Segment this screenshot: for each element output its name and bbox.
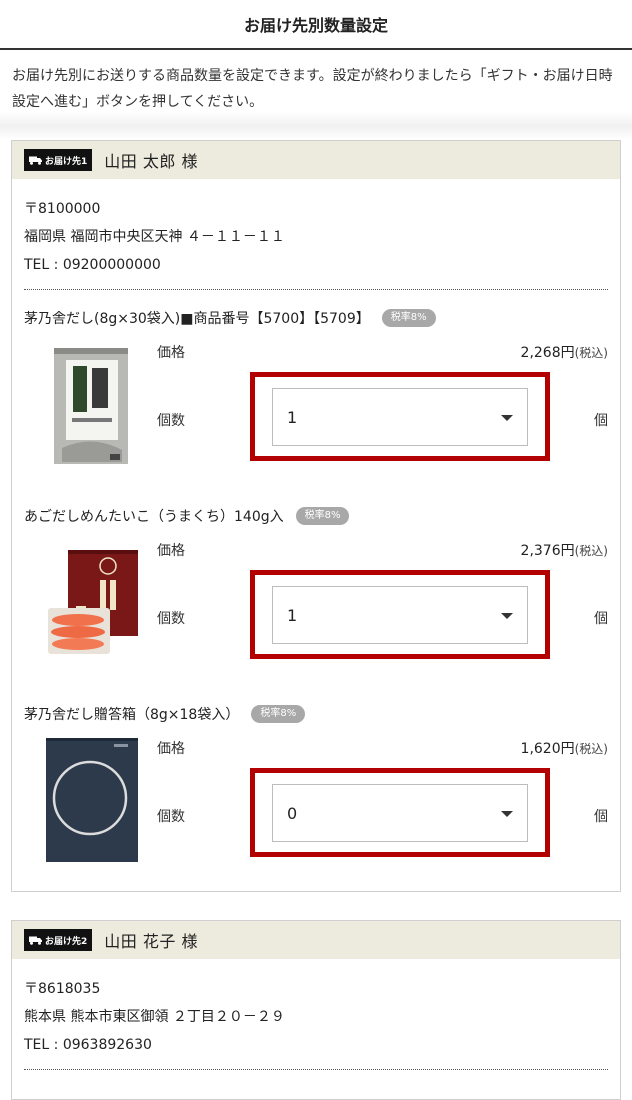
- dropdown-arrow-icon: [501, 415, 513, 421]
- postal-code: 〒8618035: [24, 981, 101, 997]
- price-value: 1,620円(税込): [521, 738, 608, 758]
- quantity-select[interactable]: 1: [272, 388, 528, 446]
- quantity-select[interactable]: 0: [272, 784, 528, 842]
- product-image-mentaiko-box: [42, 536, 142, 666]
- page-title: お届け先別数量設定: [243, 16, 388, 35]
- telephone: TEL : 09200000000: [24, 257, 161, 273]
- product-title: 茅乃舎だし贈答箱（8g×18袋入）: [24, 707, 240, 723]
- product-title-row: 茅乃舎だし(8g×30袋入)■商品番号【5700】【5709】 税率8%: [24, 308, 436, 328]
- dropdown-arrow-icon: [501, 811, 513, 817]
- telephone: TEL : 0963892630: [24, 1037, 152, 1053]
- address-block: 〒8100000 福岡県 福岡市中央区天神 ４－１１－１１ TEL : 0920…: [12, 179, 620, 279]
- destination-badge-label: お届け先2: [45, 936, 88, 947]
- product-row: 茅乃舎だし(8g×30袋入)■商品番号【5700】【5709】 税率8% 価格 …: [12, 290, 620, 488]
- postal-code: 〒8100000: [24, 201, 101, 217]
- tax-included-note: (税込): [574, 346, 608, 360]
- quantity-value: 1: [287, 407, 298, 427]
- product-row: あごだしめんたいこ（うまくち）140g入 税率8% 価格 2,376円(税込) …: [12, 488, 620, 686]
- quantity-label: 個数: [157, 413, 185, 429]
- tax-included-note: (税込): [574, 742, 608, 756]
- quantity-unit: 個: [594, 611, 608, 627]
- destination-header: お届け先1 山田 太郎 様: [12, 141, 620, 179]
- price-label: 価格: [157, 741, 185, 757]
- product-title-row: 茅乃舎だし贈答箱（8g×18袋入） 税率8%: [24, 704, 306, 724]
- quantity-unit: 個: [594, 413, 608, 429]
- destination-card-1: お届け先1 山田 太郎 様 〒8100000 福岡県 福岡市中央区天神 ４－１１…: [11, 140, 621, 892]
- destination-badge: お届け先2: [24, 929, 93, 951]
- quantity-value: 0: [287, 803, 298, 823]
- address-line: 福岡県 福岡市中央区天神 ４－１１－１１: [24, 229, 285, 245]
- recipient-name: 山田 花子 様: [104, 932, 198, 951]
- quantity-select[interactable]: 1: [272, 586, 528, 644]
- price-amount: 2,268円: [520, 345, 575, 361]
- recipient-name: 山田 太郎 様: [104, 152, 198, 171]
- product-image-gift-box: [42, 734, 142, 864]
- price-label: 価格: [157, 543, 185, 559]
- price-value: 2,376円(税込): [521, 540, 608, 560]
- price-amount: 1,620円: [520, 741, 575, 757]
- destination-badge-label: お届け先1: [45, 156, 88, 167]
- price-label: 価格: [157, 345, 185, 361]
- product-image-dashi-bag: [42, 338, 142, 468]
- truck-icon: [29, 936, 42, 945]
- address-line: 熊本県 熊本市東区御領 ２丁目２０－２９: [24, 1009, 285, 1025]
- page-header: お届け先別数量設定: [0, 0, 632, 50]
- destination-header: お届け先2 山田 花子 様: [12, 921, 620, 959]
- dropdown-arrow-icon: [501, 613, 513, 619]
- tax-included-note: (税込): [574, 544, 608, 558]
- quantity-value: 1: [287, 605, 298, 625]
- product-title-row: あごだしめんたいこ（うまくち）140g入 税率8%: [24, 506, 350, 526]
- divider: [24, 1069, 608, 1070]
- tax-rate-badge: 税率8%: [251, 705, 306, 723]
- truck-icon: [29, 156, 42, 165]
- product-title: 茅乃舎だし(8g×30袋入)■商品番号【5700】【5709】: [24, 311, 370, 327]
- product-row: 茅乃舎だし贈答箱（8g×18袋入） 税率8% 価格 1,620円(税込) 個数 …: [12, 686, 620, 884]
- price-amount: 2,376円: [520, 543, 575, 559]
- destination-badge: お届け先1: [24, 149, 93, 171]
- destination-card-2: お届け先2 山田 花子 様 〒8618035 熊本県 熊本市東区御領 ２丁目２０…: [11, 920, 621, 1100]
- quantity-label: 個数: [157, 611, 185, 627]
- quantity-highlight: 1: [250, 372, 550, 461]
- quantity-highlight: 1: [250, 570, 550, 659]
- quantity-highlight: 0: [250, 768, 550, 857]
- address-block: 〒8618035 熊本県 熊本市東区御領 ２丁目２０－２９ TEL : 0963…: [12, 959, 620, 1059]
- tax-rate-badge: 税率8%: [295, 507, 350, 525]
- product-title: あごだしめんたいこ（うまくち）140g入: [24, 509, 284, 525]
- price-value: 2,268円(税込): [521, 342, 608, 362]
- quantity-unit: 個: [594, 809, 608, 825]
- tax-rate-badge: 税率8%: [381, 309, 436, 327]
- quantity-label: 個数: [157, 809, 185, 825]
